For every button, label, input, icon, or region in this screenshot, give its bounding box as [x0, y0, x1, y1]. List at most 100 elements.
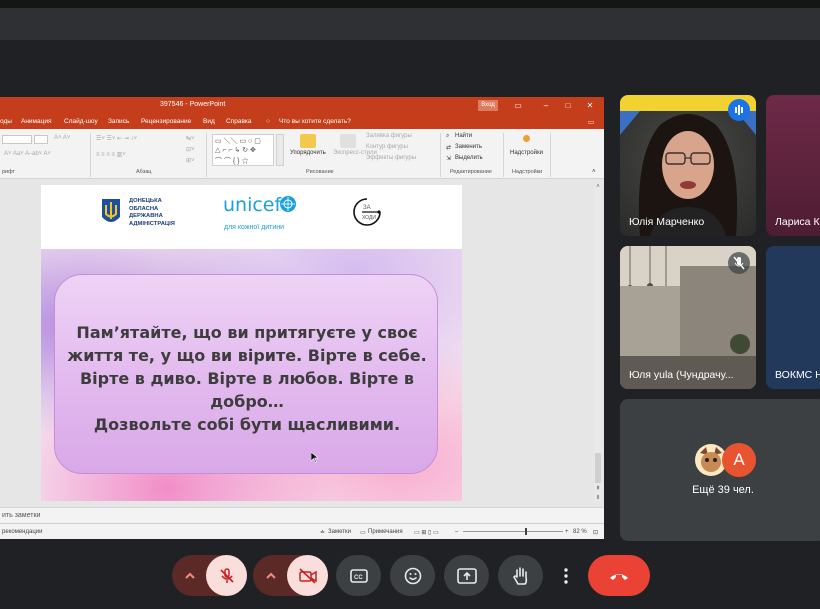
quote-line: життя те, у що ви вірите. Вірте в себе.	[67, 346, 427, 365]
camera-options-button[interactable]	[253, 555, 288, 596]
quick-styles-icon[interactable]	[340, 134, 356, 148]
raise-hand-icon	[512, 566, 527, 585]
menu-animation[interactable]: Анимация	[21, 118, 52, 125]
others-tile[interactable]: А Ещё 39 чел.	[620, 399, 820, 541]
zoom-slider[interactable]	[463, 528, 563, 535]
unicef-logo-text: unicef	[223, 194, 282, 216]
scroll-thumb[interactable]	[595, 453, 601, 483]
replace-button[interactable]: Заменить	[455, 144, 482, 150]
tell-me-input[interactable]: Что вы хотите сделать?	[279, 118, 351, 125]
font-size-box[interactable]	[34, 135, 48, 144]
mic-control-group	[172, 555, 247, 596]
reactions-button[interactable]	[390, 555, 435, 596]
notes-toggle[interactable]: Заметки	[328, 529, 351, 535]
arrange-button[interactable]: Упорядочить	[290, 150, 326, 156]
raise-hand-button[interactable]	[498, 555, 543, 596]
zoom-slider-thumb[interactable]	[525, 528, 527, 535]
view-buttons[interactable]: ▭ ⊞ ▯ ▭	[414, 529, 439, 536]
emoji-icon	[404, 567, 421, 584]
grow-font-icon[interactable]: A˄ A˅	[54, 135, 70, 141]
ribbon-separator	[503, 133, 504, 177]
menu-slideshow[interactable]: Слайд-шоу	[64, 118, 98, 125]
menu-record[interactable]: Запись	[108, 118, 129, 125]
addins-icon[interactable]	[523, 135, 530, 142]
org-line: ОБЛАСНА	[129, 205, 159, 212]
quote-line: добро…	[210, 392, 284, 411]
lightbulb-icon: ○	[266, 118, 270, 125]
org-line: ДОНЕЦЬКА	[129, 198, 162, 204]
present-screen-icon	[456, 567, 477, 584]
ribbon-separator	[206, 133, 207, 177]
minimize-icon[interactable]: –	[540, 100, 552, 112]
editing-group-label: Редактирование	[450, 169, 492, 175]
shape-effects-button[interactable]: Эффекты фигуры	[366, 155, 416, 161]
shapes-gallery[interactable]: ▭ ＼＼ ▭ ○ ▢ △ ⌐ ⌐ ↳ ↻ ✥ ⌒ ⌒ { } ☆	[212, 134, 274, 166]
zoom-in-icon[interactable]: +	[565, 529, 569, 535]
participant-name: Юля yula (Чундрачу...	[629, 369, 734, 381]
participant-tile[interactable]: ВОКМС Н	[766, 246, 820, 389]
participant-tile[interactable]: Юля yula (Чундрачу...	[620, 246, 756, 389]
chevron-up-icon	[265, 572, 276, 579]
notes-pane[interactable]: ить заметки	[0, 507, 604, 523]
shapes-scroll[interactable]	[276, 134, 284, 166]
slide[interactable]: ДОНЕЦЬКА ОБЛАСНА ДЕРЖАВНА АДМІНІСТРАЦІЯ …	[41, 185, 462, 501]
comments-icon[interactable]: ▭	[588, 118, 594, 126]
participant-tile[interactable]: Юлія Марченко	[620, 95, 756, 236]
mic-off-icon	[728, 252, 750, 274]
menu-transitions[interactable]: оды	[0, 118, 12, 125]
find-button[interactable]: Найти	[455, 133, 472, 139]
vertical-scrollbar[interactable]: ˄ ⇞ ⇟	[594, 183, 602, 503]
svg-text:ХОДИ: ХОДИ	[362, 215, 376, 221]
org-line: ДЕРЖАВНА	[129, 213, 163, 219]
mic-toggle-button[interactable]	[206, 555, 247, 596]
camera-toggle-button[interactable]	[287, 555, 328, 596]
participant-tile[interactable]: Лариса К	[766, 95, 820, 236]
present-button[interactable]	[444, 555, 489, 596]
shape-fill-button[interactable]: Заливка фигуры	[366, 133, 412, 139]
shapes-row2: △ ⌐ ⌐ ↳ ↻ ✥	[215, 147, 256, 154]
menu-review[interactable]: Рецензирование	[141, 118, 191, 125]
align-icons[interactable]: ≡ ≡ ≡ ≡ ▥˅	[96, 151, 126, 158]
close-icon[interactable]: ✕	[584, 100, 596, 112]
smartart-icon[interactable]: ⊞˅	[186, 157, 195, 164]
signin-button[interactable]: Вход	[478, 100, 498, 111]
status-recommendations: рекомендации	[2, 529, 43, 535]
participant-avatar	[766, 246, 820, 389]
comments-toggle[interactable]: Примечания	[368, 529, 403, 535]
drawing-group-label: Рисование	[306, 169, 334, 175]
org-line: АДМІНІСТРАЦІЯ	[129, 220, 175, 227]
unicef-tagline: для кожної дитини	[224, 224, 285, 231]
collapse-ribbon-icon[interactable]: ˄	[592, 169, 596, 175]
select-button[interactable]: Выделить	[455, 155, 483, 161]
captions-button[interactable]: CC	[336, 555, 381, 596]
quote-line: Вірте в диво. Вірте в любов. Вірте в	[79, 369, 415, 388]
menu-view[interactable]: Вид	[203, 118, 215, 125]
font-name-box[interactable]	[2, 135, 32, 144]
shapes-row3: ⌒ ⌒ { } ☆	[215, 158, 249, 165]
maximize-icon[interactable]: □	[562, 100, 574, 112]
menu-help[interactable]: Справка	[226, 118, 252, 125]
meet-window: 397546 - PowerPoint Вход ▭ – □ ✕ оды Ани…	[0, 0, 820, 609]
mic-options-button[interactable]	[172, 555, 207, 596]
align-text-icon[interactable]: ⊟˅	[186, 146, 195, 153]
ppt-statusbar: рекомендации ≐ Заметки ▭ Примечания ▭ ⊞ …	[0, 523, 604, 539]
zoom-level[interactable]: 82 %	[573, 529, 587, 535]
za-khody-logo-icon: ЗА ХОДИ	[353, 198, 381, 226]
ribbon-display-icon[interactable]: ▭	[512, 100, 524, 112]
speaking-indicator-icon	[728, 99, 750, 121]
addins-button[interactable]: Надстройки	[510, 150, 543, 156]
list-icons[interactable]: ☰˅ ☰˅ ⇤ ⇥ ↕˅	[96, 135, 137, 142]
zoom-out-icon[interactable]: –	[455, 529, 458, 535]
camera-control-group	[253, 555, 328, 596]
more-options-button[interactable]	[552, 555, 580, 596]
font-format-icons[interactable]: A˅ Aa˅ A ̶ ab˅ A˅	[4, 151, 51, 157]
shape-outline-button[interactable]: Контур фигуры	[366, 144, 408, 150]
font-group-label: рифт	[2, 169, 16, 175]
fit-slide-icon[interactable]: ⊡	[593, 529, 598, 536]
ribbon-separator	[440, 133, 441, 177]
leave-call-button[interactable]	[588, 555, 650, 596]
arrange-icon[interactable]	[300, 134, 316, 148]
camera-off-icon	[298, 567, 317, 584]
shared-screen: 397546 - PowerPoint Вход ▭ – □ ✕ оды Ани…	[0, 97, 604, 539]
text-direction-icons[interactable]: ↹˅	[186, 135, 195, 142]
